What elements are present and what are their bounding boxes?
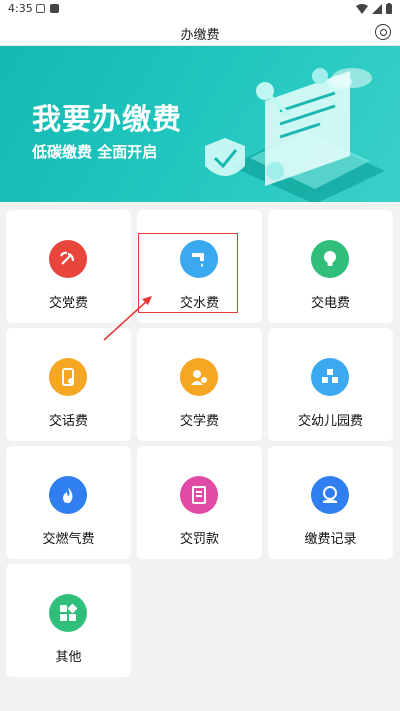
record-icon (311, 476, 349, 514)
title-bar: 办缴费 (0, 18, 400, 46)
ticket-icon (180, 476, 218, 514)
banner-title: 我要办缴费 (32, 102, 183, 136)
page-title: 办缴费 (180, 28, 220, 43)
tile-label: 交罚款 (179, 532, 219, 547)
phone-icon (49, 358, 87, 396)
kindergarten-icon (311, 358, 349, 396)
tile-label: 交话费 (48, 414, 88, 429)
lightbulb-icon (311, 240, 349, 278)
status-bar: 4:35 (0, 0, 400, 18)
banner: 我要办缴费 低碳缴费 全面开启 (0, 46, 400, 202)
battery-icon (386, 3, 392, 14)
apps-icon (49, 594, 87, 632)
notification-square-icon (50, 4, 59, 13)
status-icons (356, 3, 392, 14)
tile-payment-records[interactable]: 缴费记录 (268, 446, 393, 559)
tile-other[interactable]: 其他 (6, 564, 131, 677)
tile-label: 交幼儿园费 (297, 414, 363, 429)
flame-icon (49, 476, 87, 514)
tile-label: 交电费 (310, 296, 350, 311)
wifi-icon (356, 3, 368, 14)
banner-subtitle: 低碳缴费 全面开启 (32, 143, 158, 161)
signal-icon (372, 3, 382, 14)
tile-fine-payment[interactable]: 交罚款 (137, 446, 262, 559)
tile-label: 缴费记录 (304, 532, 357, 547)
close-miniprogram-icon[interactable] (375, 24, 391, 40)
tile-kindergarten-fee[interactable]: 交幼儿园费 (268, 328, 393, 441)
tile-label: 交燃气费 (42, 532, 95, 547)
tile-label: 其他 (55, 650, 82, 665)
tile-label: 交学费 (179, 414, 219, 429)
status-time: 4:35 (8, 2, 33, 15)
tile-electricity-fee[interactable]: 交电费 (268, 210, 393, 323)
party-emblem-icon (49, 240, 87, 278)
pointer-arrow-icon (103, 296, 152, 341)
tile-gas-fee[interactable]: 交燃气费 (6, 446, 131, 559)
student-icon (180, 358, 218, 396)
notification-icon (36, 4, 45, 13)
